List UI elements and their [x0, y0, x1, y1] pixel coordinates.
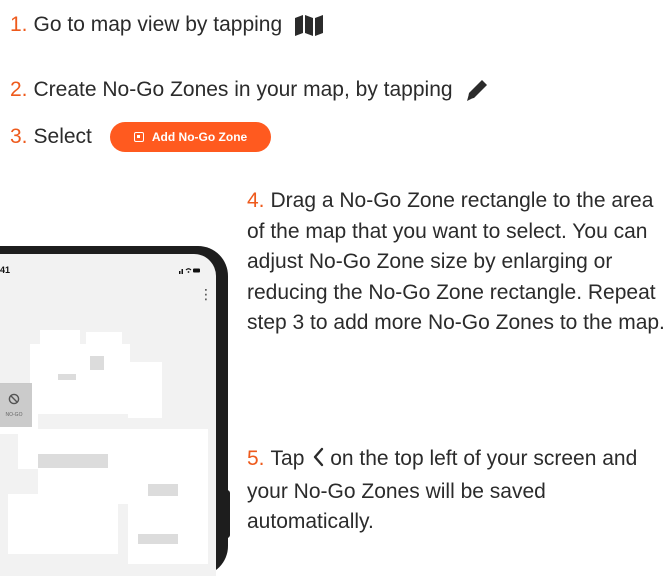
add-no-go-zone-label: Add No-Go Zone — [151, 130, 248, 144]
floor-map — [0, 330, 208, 564]
status-time: 41 — [0, 265, 11, 275]
step-2: 2. Create No-Go Zones in your map, by ta… — [10, 77, 491, 103]
no-go-zone-marker[interactable]: NO-GO — [0, 383, 32, 427]
chevron-left-icon — [312, 446, 324, 477]
step-4-text: Drag a No-Go Zone rectangle to the area … — [247, 189, 665, 334]
step-1-text: Go to map view by tapping — [33, 13, 283, 36]
zone-square-icon — [133, 132, 144, 142]
step-4-paragraph: 4. Drag a No-Go Zone rectangle to the are… — [247, 186, 667, 339]
status-icons — [179, 266, 201, 276]
step-4-number: 4. — [247, 189, 265, 212]
step-5-text-before: Tap — [270, 447, 305, 470]
phone-frame — [0, 246, 228, 576]
step-5-number: 5. — [247, 447, 265, 470]
add-no-go-zone-button[interactable]: Add No-Go Zone — [109, 122, 272, 152]
step-2-text: Create No-Go Zones in your map, by tappi… — [33, 78, 453, 101]
pencil-icon — [463, 78, 491, 102]
step-5-paragraph: 5. Tap on the top left of your screen and… — [247, 444, 667, 538]
map-icon — [292, 13, 326, 37]
phone-side-button — [224, 490, 230, 538]
step-1-number: 1. — [10, 13, 28, 36]
phone-screen — [0, 254, 216, 576]
no-go-zone-label: NO-GO — [5, 412, 23, 418]
step-3-text: Select — [33, 125, 92, 148]
step-1: 1. Go to map view by tapping — [10, 12, 326, 38]
kebab-menu-icon[interactable]: ⋮ — [199, 287, 213, 301]
step-2-number: 2. — [10, 78, 28, 101]
signal-icon — [179, 268, 200, 274]
step-3: 3. Select Add No-Go Zone — [10, 122, 272, 152]
prohibited-icon — [8, 392, 20, 410]
step-3-number: 3. — [10, 125, 28, 148]
step-5-text-after: on the top left of your screen and your … — [247, 447, 638, 533]
